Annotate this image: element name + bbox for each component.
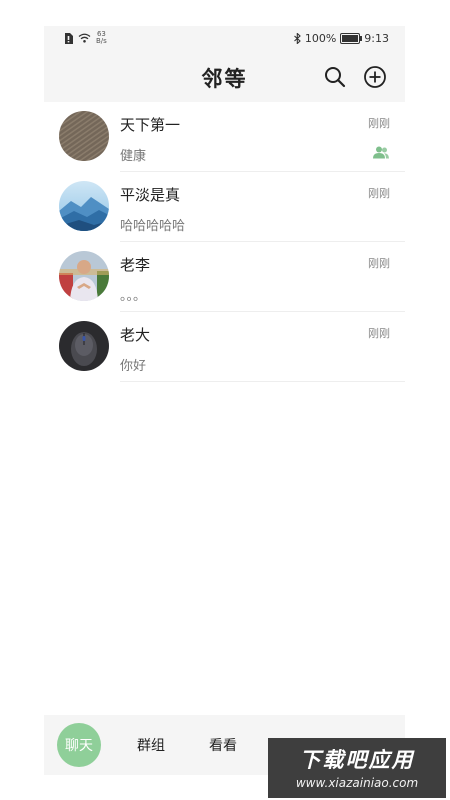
bluetooth-icon xyxy=(293,33,301,44)
battery-icon xyxy=(340,33,363,44)
battery-percent: 100% xyxy=(304,32,337,45)
sim-card-icon xyxy=(65,32,73,44)
search-icon[interactable] xyxy=(323,65,347,89)
mouse-avatar-image xyxy=(59,321,109,371)
tab-groups[interactable]: 群组 xyxy=(122,715,180,775)
phone-screen: 63 B/s 100% 9:13 邻等 天下第一 健康 刚刚 平淡是真 哈哈哈哈… xyxy=(44,26,405,775)
group-icon xyxy=(373,146,389,159)
texture-avatar-image xyxy=(59,111,109,161)
avatar xyxy=(59,111,109,161)
chat-item[interactable]: 老大 你好 刚刚 xyxy=(44,312,405,382)
chat-time: 刚刚 xyxy=(368,187,390,200)
chat-name: 老李 xyxy=(120,256,151,274)
chat-item[interactable]: 老李 。。。 刚刚 xyxy=(44,242,405,312)
chat-time: 刚刚 xyxy=(368,117,390,130)
tab-discover-label: 看看 xyxy=(209,738,237,754)
chat-time: 刚刚 xyxy=(368,257,390,270)
chat-last-message: 健康 xyxy=(120,149,147,164)
avatar xyxy=(59,251,109,301)
chat-name: 平淡是真 xyxy=(120,186,181,204)
chat-last-message: 哈哈哈哈哈 xyxy=(120,219,186,234)
tab-discover[interactable]: 看看 xyxy=(194,715,252,775)
person-avatar-image xyxy=(59,251,109,301)
wifi-icon xyxy=(78,33,91,43)
network-speed-unit: B/s xyxy=(96,37,107,45)
tab-groups-label: 群组 xyxy=(137,738,165,754)
chat-name: 老大 xyxy=(120,326,151,344)
avatar xyxy=(59,181,109,231)
battery-fill xyxy=(342,35,359,42)
tab-chat-label: 聊天 xyxy=(57,723,101,767)
app-header: 邻等 xyxy=(44,52,405,102)
status-time: 9:13 xyxy=(364,32,389,45)
chat-item[interactable]: 天下第一 健康 刚刚 xyxy=(44,102,405,172)
status-bar: 63 B/s 100% 9:13 xyxy=(44,26,405,52)
chat-last-message: 。。。 xyxy=(120,289,147,304)
tab-chat[interactable]: 聊天 xyxy=(50,715,108,775)
watermark-title: 下载吧应用 xyxy=(299,748,415,772)
mountain-avatar-image xyxy=(59,181,109,231)
chat-list: 天下第一 健康 刚刚 平淡是真 哈哈哈哈哈 刚刚 老李 。。。 刚刚 老大 你好… xyxy=(44,102,405,382)
watermark-url: www.xiazainiao.com xyxy=(295,776,419,790)
avatar xyxy=(59,321,109,371)
status-right: 100% 9:13 xyxy=(293,32,389,45)
chat-time: 刚刚 xyxy=(368,327,390,340)
add-circle-icon[interactable] xyxy=(363,65,387,89)
chat-name: 天下第一 xyxy=(120,116,181,134)
site-watermark: 下载吧应用 www.xiazainiao.com xyxy=(268,738,446,798)
chat-last-message: 你好 xyxy=(120,359,147,374)
row-divider xyxy=(120,381,405,382)
chat-item[interactable]: 平淡是真 哈哈哈哈哈 刚刚 xyxy=(44,172,405,242)
page-title: 邻等 xyxy=(201,67,248,91)
network-speed: 63 B/s xyxy=(96,31,107,45)
status-left: 63 B/s xyxy=(64,31,107,45)
